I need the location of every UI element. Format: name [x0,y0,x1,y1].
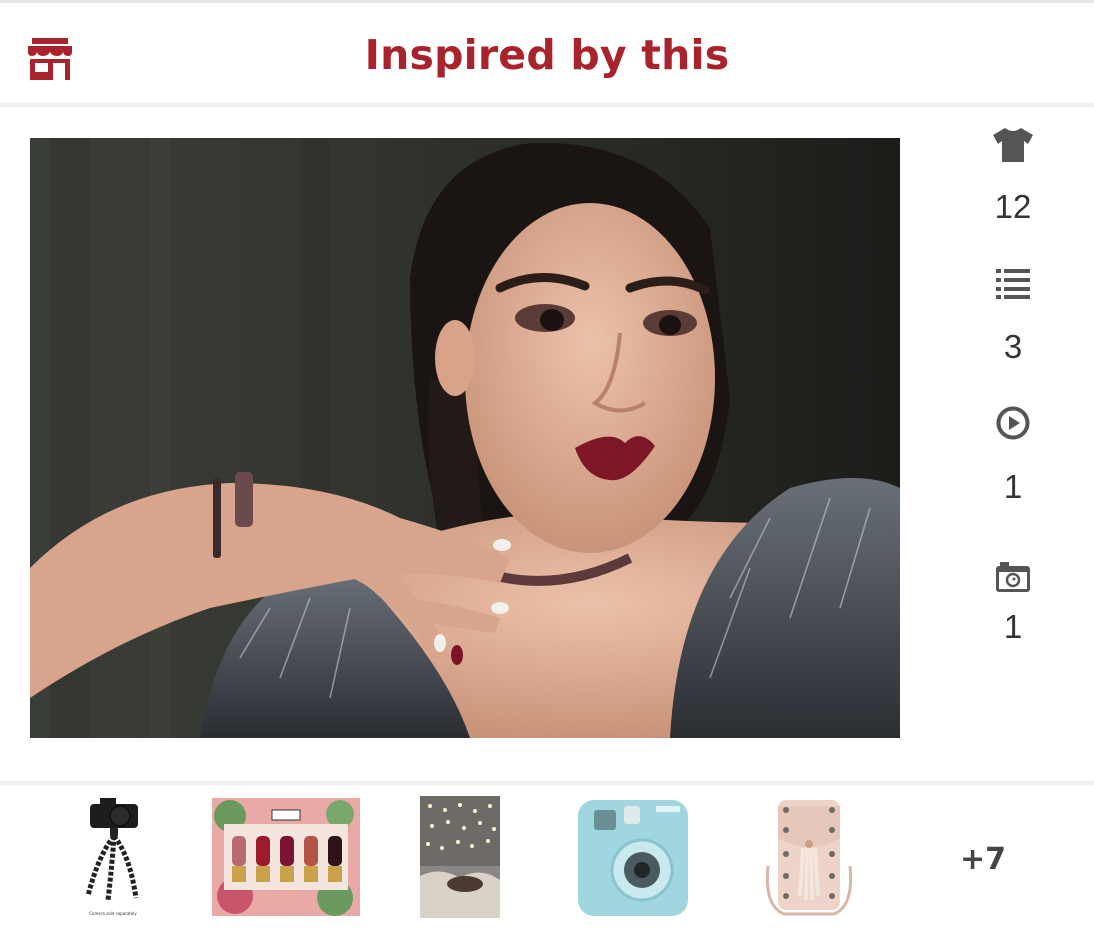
product-thumb[interactable] [210,796,362,918]
product-thumb[interactable]: Camera sold separately [78,796,148,918]
products-divider [0,781,1094,785]
inspired-page: Inspired by this 12 3 1 1 Camera sold se… [0,0,1094,948]
header: Inspired by this [0,3,1094,103]
camera-count: 1 [1003,608,1023,645]
video-count: 1 [1003,468,1023,505]
list-icon[interactable] [996,269,1030,303]
shirt-count: 12 [994,188,1032,225]
list-count: 3 [1003,328,1023,365]
play-icon[interactable] [996,406,1030,444]
shirt-icon[interactable] [993,128,1033,166]
page-title: Inspired by this [364,31,730,79]
camera-icon[interactable] [996,562,1030,596]
header-divider [0,103,1094,107]
product-thumb[interactable] [576,796,690,918]
hero-image[interactable] [30,138,900,738]
products-strip: Camera sold separately +7 [0,790,1094,930]
product-thumb[interactable] [420,796,500,918]
product-thumb[interactable] [764,796,854,918]
product-caption: Camera sold separately [89,911,137,916]
more-products-button[interactable]: +7 [940,842,1026,877]
